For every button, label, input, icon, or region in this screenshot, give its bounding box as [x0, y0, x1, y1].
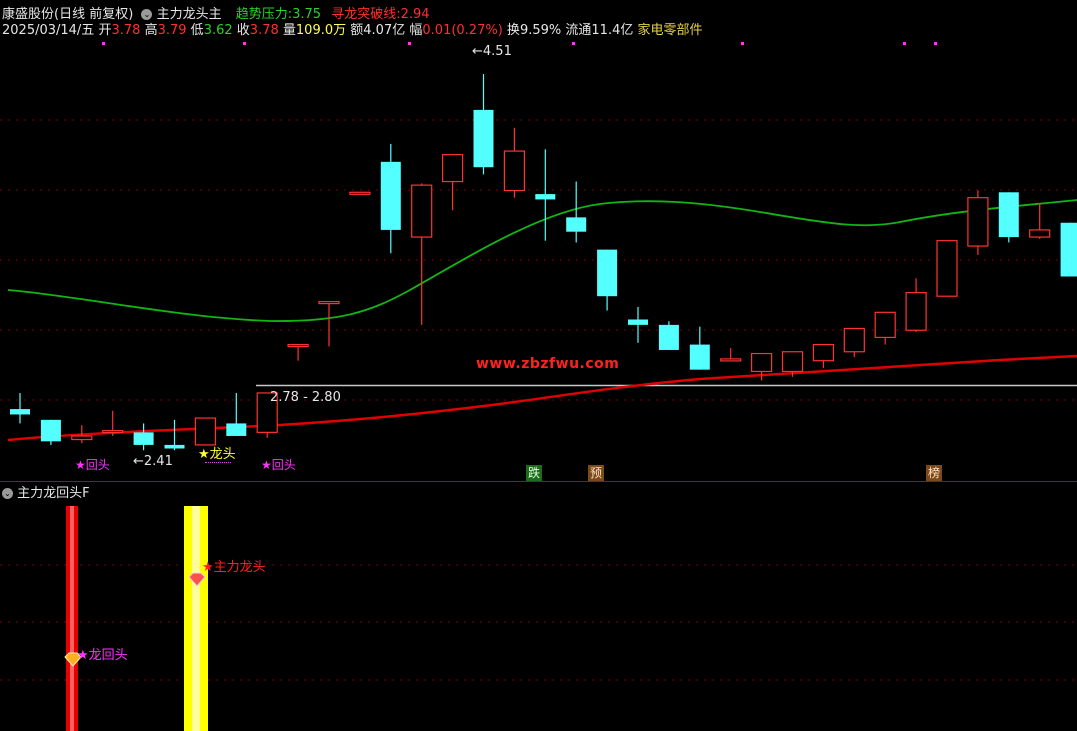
candle-body — [503, 150, 525, 192]
candle-body — [411, 184, 433, 238]
candle-body — [442, 154, 464, 183]
dragon-head-underline — [205, 462, 231, 466]
candle-body — [843, 327, 865, 353]
main-dragon-label: ★主力龙头 — [202, 560, 266, 575]
candle-body — [226, 423, 247, 436]
candle-body — [998, 192, 1019, 238]
candle-body — [720, 358, 742, 362]
candles-group — [10, 74, 1077, 451]
candle-body — [473, 109, 494, 168]
yu-box: 预 — [588, 465, 604, 481]
candle-body — [102, 429, 124, 434]
signal-dots — [102, 42, 937, 45]
candle-body — [781, 351, 804, 373]
candle-body — [1029, 229, 1051, 238]
chevron-down-icon[interactable]: ⌄ — [2, 488, 13, 499]
lower-panel-header: ⌄ 主力龙回头F — [2, 486, 90, 502]
dragon-return-label: ★回头 — [261, 458, 296, 472]
candle-body — [164, 444, 185, 449]
signal-bar-yellow-core — [192, 506, 200, 731]
candle-body — [905, 292, 927, 331]
candle-body — [287, 343, 309, 348]
candle-body — [194, 417, 216, 446]
candle-body — [40, 419, 61, 442]
bang-box: 榜 — [926, 465, 942, 481]
candle-body — [874, 311, 896, 339]
candle-body — [936, 240, 958, 297]
watermark: www.zbzfwu.com — [476, 356, 620, 372]
dragon-return-lower-label: ★龙回头 — [77, 648, 128, 663]
candle-body — [133, 432, 154, 445]
candle-body — [1060, 222, 1077, 277]
dragon-head-label: ★龙头 — [198, 447, 236, 462]
lower-panel-title[interactable]: 主力龙回头F — [17, 486, 89, 501]
die-box: 跌 — [526, 465, 542, 481]
range-annotation: 2.78 - 2.80 — [270, 390, 341, 405]
candle-body — [318, 300, 340, 305]
candle-body — [750, 352, 773, 373]
candle-body — [349, 191, 371, 195]
signal-bar-red-core — [70, 506, 74, 731]
dragon-return-label: ★回头 — [75, 458, 110, 472]
candle-body — [812, 343, 835, 362]
candle-body — [566, 217, 587, 232]
candle-body — [658, 324, 679, 350]
candle-body — [967, 197, 989, 247]
low-price-annotation: ←2.41 — [133, 454, 173, 469]
candle-body — [10, 409, 30, 415]
candle-body — [628, 319, 648, 325]
candle-body — [71, 435, 93, 441]
candle-body — [535, 194, 556, 200]
candle-body — [689, 344, 710, 370]
candle-body — [597, 249, 618, 297]
high-price-annotation: ←4.51 — [472, 44, 512, 59]
candle-body — [380, 161, 401, 230]
